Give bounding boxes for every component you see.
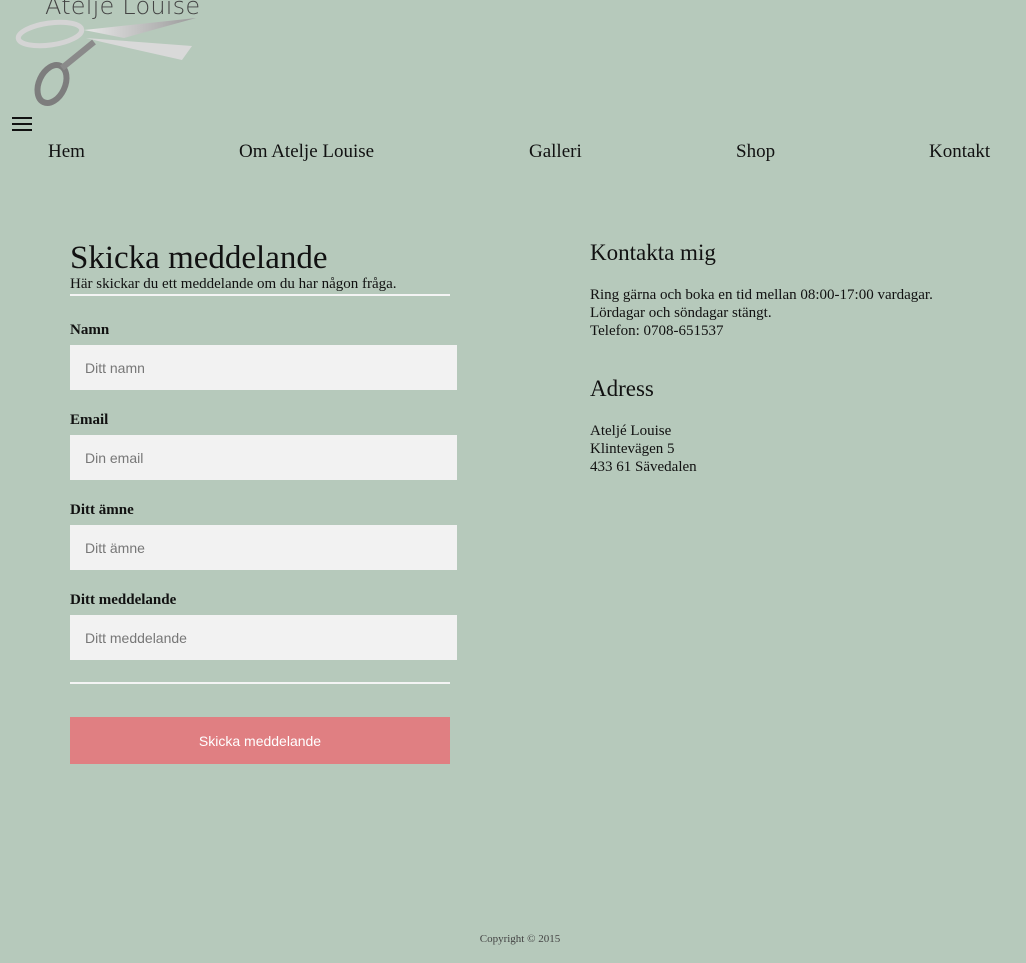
nav-kontakt[interactable]: Kontakt (929, 141, 990, 163)
form-subtitle: Här skickar du ett meddelande om du har … (70, 276, 397, 292)
nav-shop[interactable]: Shop (736, 141, 775, 163)
nav-om-atelje-louise[interactable]: Om Atelje Louise (239, 141, 374, 163)
menu-bar (12, 129, 32, 131)
divider (70, 294, 450, 296)
divider (70, 682, 450, 684)
copyright: Copyright © 2015 (479, 933, 561, 945)
menu-bar (12, 117, 32, 119)
subject-label: Ditt ämne (70, 502, 134, 518)
scissors-icon (15, 18, 196, 106)
contact-phone: Telefon: 0708-651537 (590, 323, 724, 339)
logo[interactable]: Ateljé Louise (10, 0, 210, 110)
contact-hours: Ring gärna och boka en tid mellan 08:00-… (590, 287, 933, 303)
subject-input[interactable] (70, 525, 457, 570)
contact-info: Ring gärna och boka en tid mellan 08:00-… (590, 286, 933, 340)
message-label: Ditt meddelande (70, 592, 177, 608)
name-label: Namn (70, 322, 110, 338)
message-input[interactable] (70, 615, 457, 660)
contact-closed: Lördagar och söndagar stängt. (590, 305, 772, 321)
contact-title: Kontakta mig (590, 240, 716, 265)
form-title: Skicka meddelande (70, 240, 328, 276)
address-city: 433 61 Sävedalen (590, 459, 697, 475)
menu-bar (12, 123, 32, 125)
address-title: Adress (590, 376, 654, 401)
email-input[interactable] (70, 435, 457, 480)
address-name: Ateljé Louise (590, 423, 672, 439)
email-label: Email (70, 412, 109, 428)
name-input[interactable] (70, 345, 457, 390)
hamburger-menu-icon[interactable] (12, 117, 32, 133)
submit-button[interactable]: Skicka meddelande (70, 717, 450, 764)
address-info: Ateljé Louise Klintevägen 5 433 61 Säved… (590, 422, 697, 476)
nav-galleri[interactable]: Galleri (529, 141, 582, 163)
nav-hem[interactable]: Hem (48, 141, 85, 163)
address-street: Klintevägen 5 (590, 441, 675, 457)
